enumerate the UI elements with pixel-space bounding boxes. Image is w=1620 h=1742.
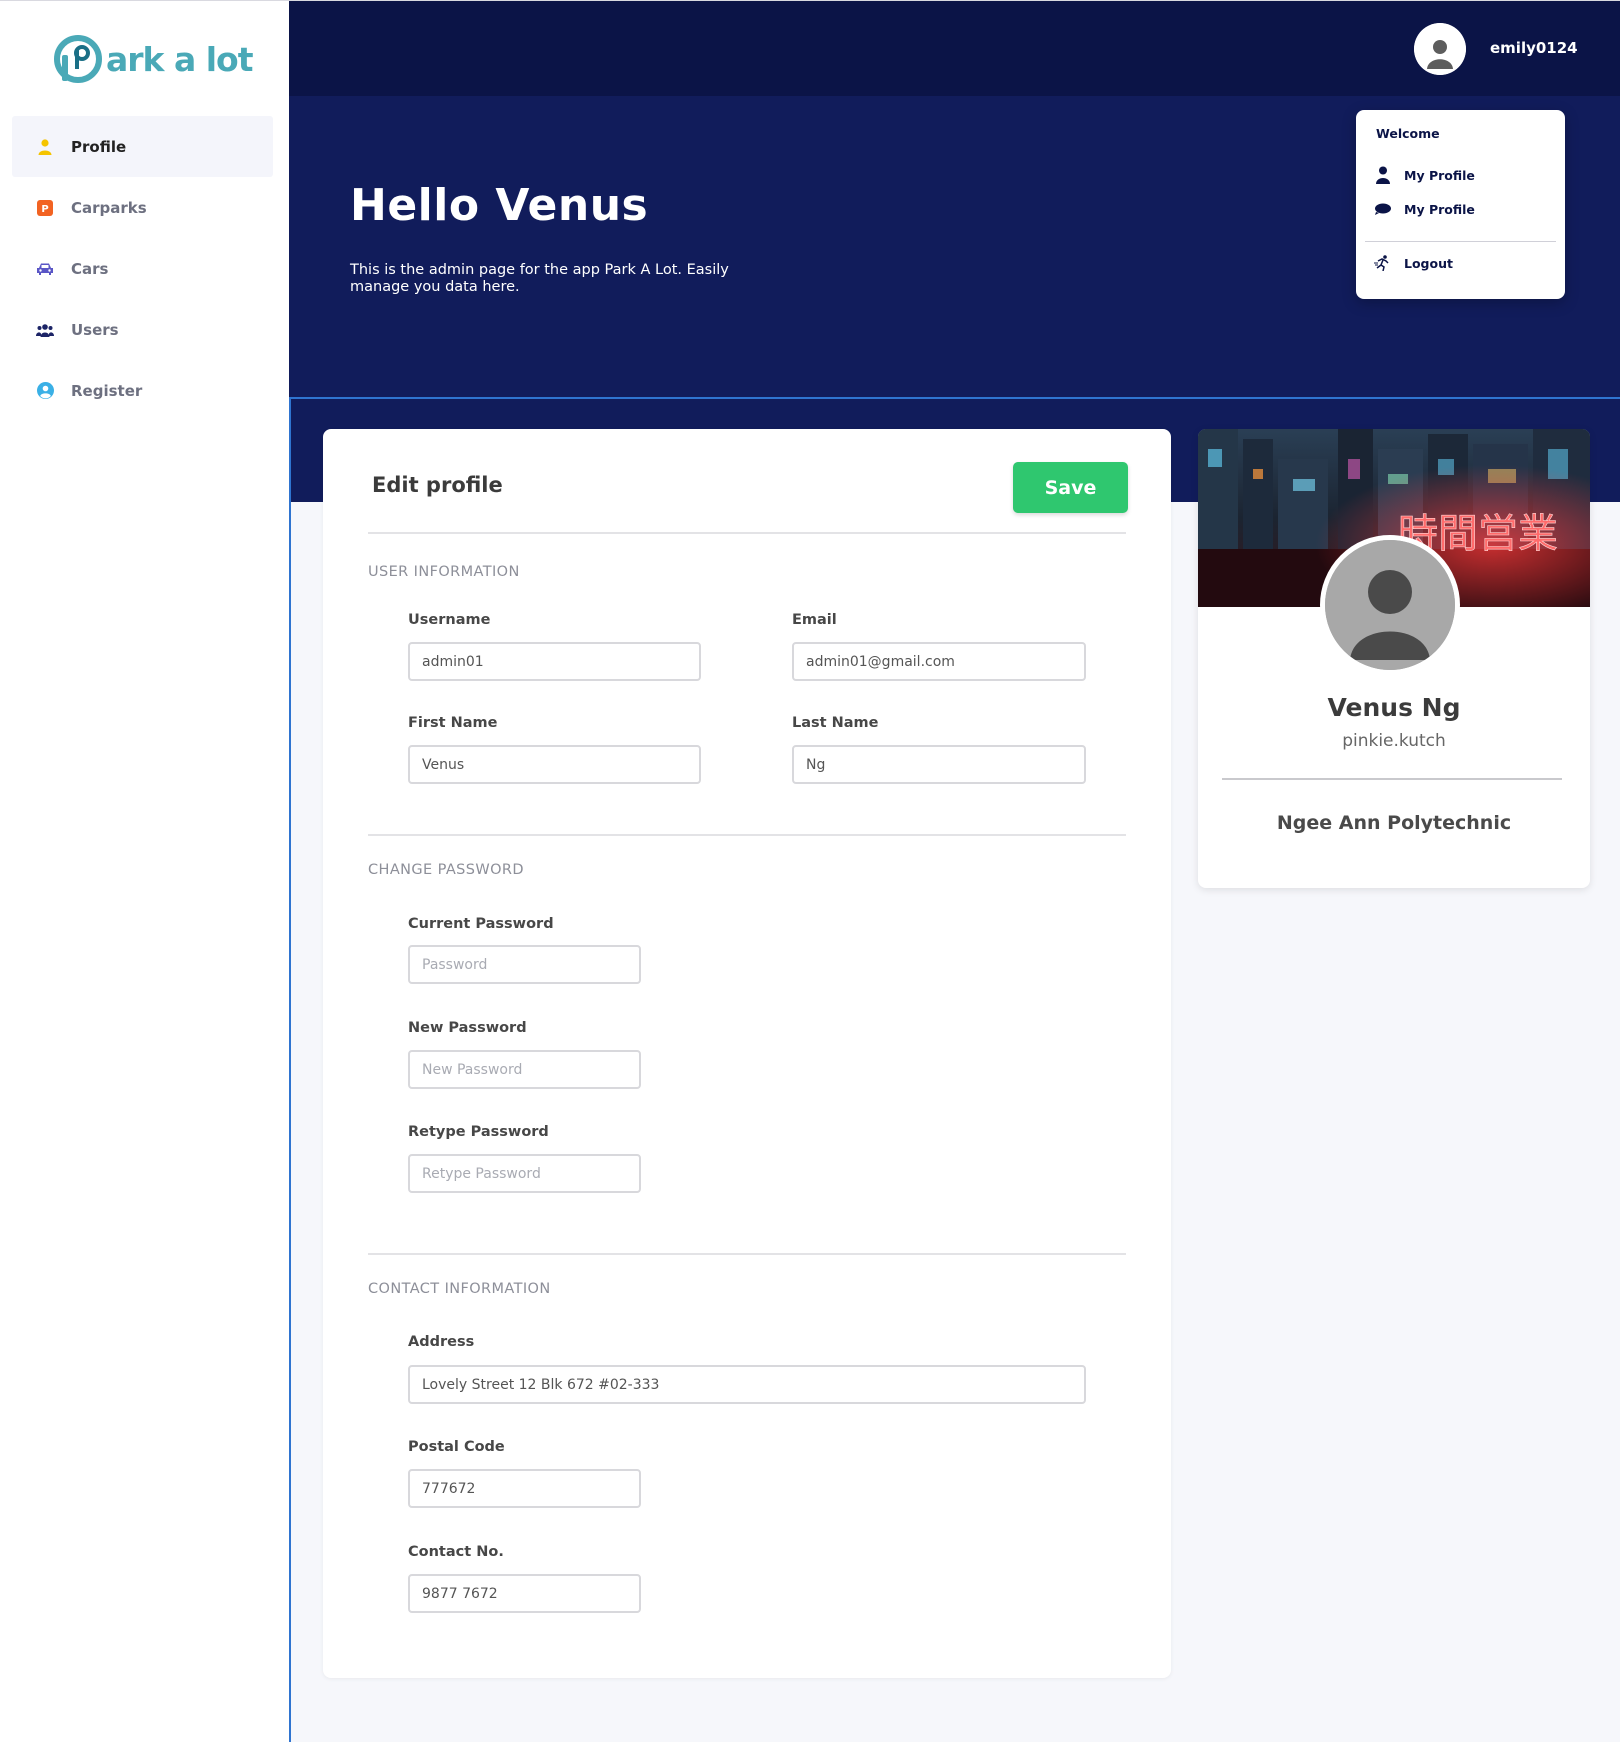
last-name-label: Last Name — [792, 715, 879, 731]
username-label: Username — [408, 612, 491, 628]
dropdown-item-my-profile-2[interactable]: My Profile — [1374, 200, 1475, 218]
current-password-input[interactable] — [408, 945, 641, 984]
edit-profile-title: Edit profile — [372, 473, 503, 497]
dropdown-divider — [1365, 241, 1556, 242]
sidebar-item-register[interactable]: Register — [12, 360, 273, 421]
avatar[interactable] — [1414, 23, 1466, 75]
contact-no-label: Contact No. — [408, 1544, 504, 1560]
email-label: Email — [792, 612, 837, 628]
retype-password-input[interactable] — [408, 1154, 641, 1193]
default-avatar-icon — [1414, 23, 1466, 75]
sidebar: ark a lot Profile P Carparks Cars Users — [0, 0, 289, 1742]
divider — [368, 532, 1126, 534]
chat-bubble-icon — [1374, 200, 1392, 218]
sidebar-item-label: Cars — [71, 259, 109, 278]
top-navbar: emily0124 — [289, 0, 1620, 96]
edit-profile-card: Edit profile Save USER INFORMATION Usern… — [323, 429, 1171, 1678]
section-title-contact-info: CONTACT INFORMATION — [368, 1281, 551, 1297]
user-dropdown-menu: Welcome My Profile My Profile Logout — [1356, 110, 1565, 299]
users-icon — [36, 321, 54, 339]
postal-code-input[interactable] — [408, 1469, 641, 1508]
sidebar-item-users[interactable]: Users — [12, 299, 273, 360]
sidebar-item-carparks[interactable]: P Carparks — [12, 177, 273, 238]
content-divider — [289, 399, 291, 1742]
dropdown-item-label: My Profile — [1404, 201, 1475, 217]
divider — [368, 1253, 1126, 1255]
parking-icon: P — [36, 199, 54, 217]
car-icon — [36, 260, 54, 278]
default-avatar-icon — [1325, 540, 1455, 670]
logout-run-icon — [1374, 254, 1392, 272]
save-button[interactable]: Save — [1013, 462, 1128, 513]
person-icon — [1374, 166, 1392, 184]
divider — [368, 834, 1126, 836]
svg-text:P: P — [41, 204, 48, 215]
sidebar-item-profile[interactable]: Profile — [12, 116, 273, 177]
address-label: Address — [408, 1334, 475, 1350]
profile-avatar[interactable] — [1320, 535, 1460, 675]
profile-username: pinkie.kutch — [1342, 731, 1446, 751]
first-name-label: First Name — [408, 715, 498, 731]
last-name-input[interactable] — [792, 745, 1086, 784]
profile-summary-card: 時間営業 Venus Ng pinkie.kutch Ngee Ann Poly… — [1198, 429, 1590, 888]
email-input[interactable] — [792, 642, 1086, 681]
new-password-input[interactable] — [408, 1050, 641, 1089]
divider — [1222, 778, 1562, 780]
dropdown-item-label: Logout — [1404, 255, 1453, 271]
sidebar-item-label: Users — [71, 320, 119, 339]
sidebar-nav: Profile P Carparks Cars Users Register — [12, 116, 273, 421]
new-password-label: New Password — [408, 1020, 527, 1036]
user-icon — [36, 138, 54, 156]
first-name-input[interactable] — [408, 745, 701, 784]
postal-code-label: Postal Code — [408, 1439, 505, 1455]
section-title-change-password: CHANGE PASSWORD — [368, 862, 524, 878]
user-circle-icon — [36, 382, 54, 400]
sidebar-item-label: Carparks — [71, 198, 147, 217]
section-title-user-info: USER INFORMATION — [368, 564, 520, 580]
brand-name: ark a lot — [106, 39, 253, 79]
dropdown-item-my-profile[interactable]: My Profile — [1374, 166, 1475, 184]
brand-logo[interactable]: ark a lot — [52, 31, 253, 87]
address-input[interactable] — [408, 1365, 1086, 1404]
dropdown-item-label: My Profile — [1404, 167, 1475, 183]
page-title: Hello Venus — [350, 180, 649, 231]
sidebar-item-cars[interactable]: Cars — [12, 238, 273, 299]
username-input[interactable] — [408, 642, 701, 681]
logout-menu-item[interactable]: Logout — [1374, 254, 1453, 272]
profile-name: Venus Ng — [1327, 693, 1461, 722]
retype-password-label: Retype Password — [408, 1124, 549, 1140]
profile-organization: Ngee Ann Polytechnic — [1276, 812, 1512, 834]
sidebar-item-label: Register — [71, 381, 143, 400]
sidebar-item-label: Profile — [71, 137, 127, 156]
top-username[interactable]: emily0124 — [1490, 39, 1578, 57]
hero-description: This is the admin page for the app Park … — [350, 262, 729, 295]
parking-pin-logo-icon — [54, 35, 102, 83]
contact-no-input[interactable] — [408, 1574, 641, 1613]
current-password-label: Current Password — [408, 916, 554, 932]
dropdown-welcome: Welcome — [1376, 126, 1440, 141]
